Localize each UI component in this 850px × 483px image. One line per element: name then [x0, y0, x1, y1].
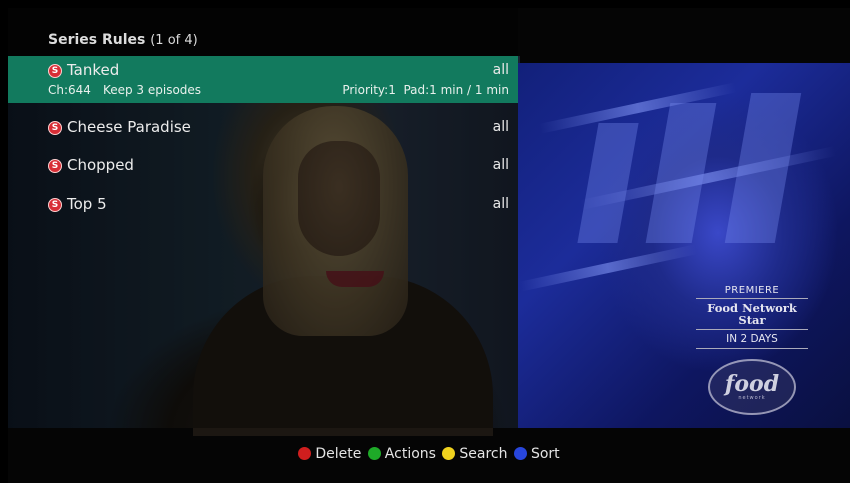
rule-episodes: all [492, 119, 509, 135]
promo-when: IN 2 DAYS [696, 333, 808, 349]
rule-title: Tanked [67, 61, 120, 79]
page-title: Series Rules (1 of 4) [48, 32, 198, 48]
live-preview: PREMIERE Food Network Star IN 2 DAYS foo… [518, 63, 850, 428]
promo-show-title: Food Network Star [696, 302, 808, 330]
red-button-icon [298, 447, 312, 460]
delete-action[interactable]: Delete [298, 446, 361, 462]
rule-episodes: all [492, 196, 509, 212]
search-label: Search [459, 446, 508, 462]
rule-keep: Keep 3 episodes [102, 83, 202, 97]
promo-premiere: PREMIERE [696, 285, 808, 299]
rule-title: Top 5 [67, 195, 107, 213]
sort-action[interactable]: Sort [513, 446, 560, 462]
series-rule-row[interactable]: S Top 5 all [8, 195, 518, 221]
yellow-button-icon [442, 447, 456, 460]
logo-text: food [724, 371, 780, 397]
dvr-screen: PREMIERE Food Network Star IN 2 DAYS foo… [8, 8, 850, 483]
page-count: (1 of 4) [150, 33, 198, 48]
search-action[interactable]: Search [442, 446, 508, 462]
sort-label: Sort [530, 446, 560, 462]
page-title-text: Series Rules [48, 32, 146, 48]
actions-action[interactable]: Actions [367, 446, 436, 462]
rule-title: Cheese Paradise [67, 118, 191, 136]
series-rule-row[interactable]: S Cheese Paradise all [8, 118, 518, 144]
actions-label: Actions [384, 446, 436, 462]
rule-priority-pad: Priority:1 Pad:1 min / 1 min [342, 83, 509, 97]
button-legend: Delete Actions Search Sort [8, 446, 850, 462]
series-rule-row-selected[interactable]: S Tanked all Ch:644 Keep 3 episodes Prior… [8, 56, 518, 103]
green-button-icon [367, 447, 381, 460]
series-icon: S [48, 121, 62, 135]
series-icon: S [48, 198, 62, 212]
rule-details: Ch:644 Keep 3 episodes [48, 83, 201, 97]
promo-banner: PREMIERE Food Network Star IN 2 DAYS [696, 285, 808, 349]
rule-title: Chopped [67, 156, 134, 174]
rule-episodes: all [492, 62, 509, 78]
rule-channel: Ch:644 [48, 83, 91, 97]
logo-subtext: network [738, 395, 766, 401]
blue-button-icon [513, 447, 527, 460]
series-rule-row[interactable]: S Chopped all [8, 156, 518, 182]
preview-letter-shape [577, 123, 639, 243]
delete-label: Delete [315, 446, 362, 462]
series-icon: S [48, 64, 62, 78]
preview-light-streak [518, 244, 698, 292]
rule-episodes: all [492, 157, 509, 173]
series-icon: S [48, 159, 62, 173]
food-network-logo: food network [708, 359, 796, 415]
